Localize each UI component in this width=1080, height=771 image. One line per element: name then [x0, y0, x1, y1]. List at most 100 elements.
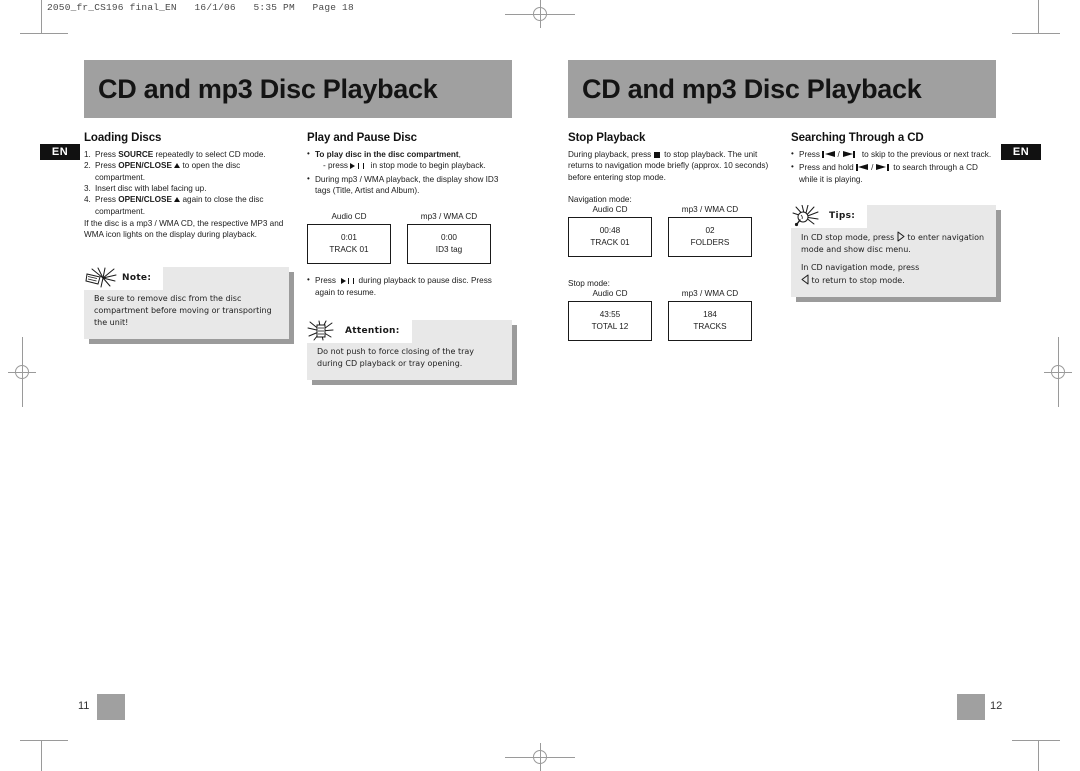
step-number: 2.	[84, 161, 91, 171]
step-number: 3.	[84, 183, 91, 193]
display-caption: Audio CD	[331, 212, 367, 222]
left-page-title: CD and mp3 Disc Playback	[98, 73, 438, 104]
stop-icon	[653, 151, 660, 158]
display-line-2: FOLDERS	[690, 237, 730, 247]
display-line-1: 184	[703, 309, 717, 319]
triangle-left-outline-icon	[801, 274, 809, 285]
step-text-post: repeatedly to select CD mode.	[153, 150, 266, 159]
display-row: Audio CD 0:01 TRACK 01 mp3 / WMA CD 0:00…	[307, 212, 512, 265]
page-number-right: 12	[990, 700, 1003, 712]
pause-icon	[348, 277, 354, 284]
tips-line1-pre: In CD stop mode, press	[801, 232, 897, 242]
tips-callout-head: Tips:	[791, 203, 868, 228]
step-text-pre: Press	[95, 161, 119, 171]
stop-playback-body: During playback, press to stop playback.…	[568, 149, 773, 183]
tips-label: Tips:	[829, 210, 856, 221]
list-item: During mp3 / WMA playback, the display s…	[307, 173, 512, 197]
heading-searching-cd: Searching Through a CD	[791, 132, 924, 144]
tips-text-wrap: In CD stop mode, press to enter navigati…	[801, 231, 986, 287]
crop-mark-tr-h	[1012, 33, 1060, 34]
step-text-pre: Press	[95, 150, 119, 159]
step-text-pre: Insert disc with label facing up.	[95, 183, 207, 193]
bullet-mid: /	[868, 163, 876, 173]
display-cell-audio-cd: Audio CD 43:55 TOTAL 12	[568, 289, 652, 341]
note-callout-head: Note:	[84, 265, 164, 290]
play-pause-displays: Audio CD 0:01 TRACK 01 mp3 / WMA CD 0:00…	[307, 212, 512, 265]
display-caption: mp3 / WMA CD	[681, 288, 739, 298]
right-page-banner: CD and mp3 Disc Playback	[568, 60, 996, 118]
stop-playback-paragraph: During playback, press to stop playback.…	[568, 149, 773, 183]
note-text-wrap: Be sure to remove disc from the disc com…	[94, 293, 279, 329]
searching-cd-bullets: Press / to skip to the previous or next …	[791, 148, 996, 185]
registration-mark-top	[505, 0, 575, 28]
display-line-2: TRACK 01	[590, 237, 630, 247]
stop-paragraph-pre: During playback, press	[568, 150, 654, 159]
page-number-block-right	[957, 694, 985, 720]
attention-label: Attention:	[345, 325, 400, 336]
section-searching-cd: Searching Through a CD Press / to skip t…	[791, 132, 1001, 341]
list-item: Press during playback to pause disc. Pre…	[307, 274, 512, 298]
display-box: 43:55 TOTAL 12	[568, 300, 652, 341]
note-label: Note:	[122, 272, 152, 283]
play-pause-after-body: Press during playback to pause disc. Pre…	[307, 274, 512, 298]
display-line-2: TRACKS	[693, 321, 727, 331]
bullet-comma: ,	[458, 150, 461, 159]
section-play-pause: Play and Pause Disc To play disc in the …	[307, 132, 517, 385]
display-box: 184 TRACKS	[668, 300, 752, 341]
list-item: 2. Press OPEN/CLOSE to open the disc com…	[84, 160, 289, 183]
skip-next-icon	[842, 151, 856, 158]
heading-play-pause: Play and Pause Disc	[307, 132, 417, 144]
list-item: Press and hold / to search through a CD …	[791, 161, 996, 185]
left-page: CD and mp3 Disc Playback Loading Discs 1…	[84, 60, 517, 385]
list-item: 3. Insert disc with label facing up.	[84, 183, 289, 194]
registration-mark-left	[8, 337, 36, 407]
document-page: 2050_fr_CS196 final_EN 16/1/06 5:35 PM P…	[0, 0, 1080, 771]
step-number: 1.	[84, 150, 91, 159]
display-line-2: ID3 tag	[435, 245, 463, 255]
skip-next-icon	[876, 164, 889, 172]
display-caption: mp3 / WMA CD	[420, 212, 478, 222]
play-pause-body: To play disc in the disc compartment, - …	[307, 148, 512, 197]
tips-callout: Tips: In CD stop mode, press to enter na…	[791, 203, 1001, 302]
display-caption: Audio CD	[592, 288, 628, 298]
heading-loading-discs: Loading Discs	[84, 132, 162, 144]
tips-line2-pre: In CD navigation mode, press	[801, 262, 920, 272]
bullet-bold-lead: To play disc in the disc compartment	[315, 150, 459, 159]
stop-mode-label: Stop mode:	[568, 278, 610, 288]
section-stop-playback: Stop Playback During playback, press to …	[568, 132, 773, 341]
display-line-2: TOTAL 12	[591, 321, 629, 331]
display-row: Audio CD 00:48 TRACK 01 mp3 / WMA CD 02 …	[568, 205, 773, 257]
display-caption: mp3 / WMA CD	[681, 204, 739, 214]
crop-mark-bl-v	[41, 740, 42, 771]
heading-stop-playback: Stop Playback	[568, 132, 646, 144]
list-item: Press / to skip to the previous or next …	[791, 148, 996, 160]
display-line-1: 0:00	[441, 232, 457, 242]
display-cell-audio-cd: Audio CD 0:01 TRACK 01	[307, 212, 391, 265]
print-slug: 2050_fr_CS196 final_EN 16/1/06 5:35 PM P…	[47, 2, 354, 13]
registration-mark-right	[1044, 337, 1072, 407]
crop-mark-bl-h	[20, 740, 68, 741]
crop-mark-br-h	[1012, 740, 1060, 741]
registration-mark-bottom	[505, 743, 575, 771]
note-starburst-icon	[84, 267, 118, 289]
page-number-block-left	[97, 694, 125, 720]
tips-line-1: In CD stop mode, press to enter navigati…	[801, 231, 986, 256]
attention-text: Do not push to force closing of the tray…	[317, 346, 475, 368]
section-loading-discs: Loading Discs 1. Press SOURCE repeatedly…	[84, 132, 294, 380]
step-key-openclose: OPEN/CLOSE	[118, 161, 172, 171]
crop-mark-br-v	[1038, 740, 1039, 771]
note-callout: Note: Be sure to remove disc from the di…	[84, 265, 294, 344]
attention-starburst-icon	[307, 320, 341, 342]
display-box: 0:01 TRACK 01	[307, 224, 391, 265]
language-badge-en-right: EN	[1001, 144, 1041, 160]
display-cell-mp3-wma-cd: mp3 / WMA CD 0:00 ID3 tag	[407, 212, 491, 265]
display-line-1: 00:48	[599, 225, 621, 235]
navigation-mode-group: Navigation mode: Audio CD 00:48 TRACK 01…	[568, 195, 773, 257]
step-key-source: SOURCE	[118, 150, 154, 159]
bullet-pre: Press and hold	[799, 163, 856, 173]
bullet-sub-pre: - press	[323, 161, 351, 171]
bullet-post: to skip to the previous or next track.	[859, 150, 992, 159]
play-icon	[350, 162, 356, 169]
language-badge-en-left: EN	[40, 144, 80, 160]
list-item: 4. Press OPEN/CLOSE again to close the d…	[84, 194, 289, 217]
